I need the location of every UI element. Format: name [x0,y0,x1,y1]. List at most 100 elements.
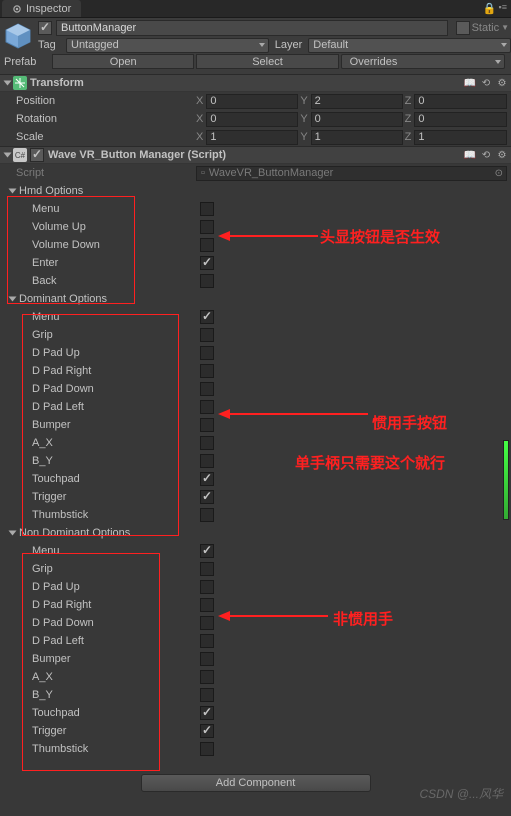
dominant-option-checkbox[interactable] [200,310,214,324]
gameobject-header: Static ▼ Tag Untagged Layer Default Pref… [0,18,511,74]
scale-row: Scale X Y Z [0,128,511,146]
nondominant-option-label: D Pad Right [32,599,200,611]
scale-y-input[interactable] [311,130,403,145]
layer-dropdown[interactable]: Default [308,38,511,53]
dominant-option-row: D Pad Right [0,362,511,380]
prefab-open-button[interactable]: Open [52,54,194,69]
nondominant-option-label: D Pad Down [32,617,200,629]
reset-icon[interactable]: ⟲ [479,76,493,90]
dominant-option-row: Trigger [0,488,511,506]
hmd-option-label: Back [32,275,200,287]
dominant-option-row: D Pad Left [0,398,511,416]
position-row: Position X Y Z [0,92,511,110]
help-icon[interactable]: 📖 [463,148,477,162]
nondominant-option-checkbox[interactable] [200,670,214,684]
nondominant-section-header[interactable]: Non Dominant Options [0,524,511,542]
gameobject-name-input[interactable] [56,20,448,36]
reset-icon[interactable]: ⟲ [479,148,493,162]
dominant-option-checkbox[interactable] [200,490,214,504]
hmd-option-row: Volume Down [0,236,511,254]
dominant-option-checkbox[interactable] [200,346,214,360]
help-icon[interactable]: 📖 [463,76,477,90]
nondominant-option-checkbox[interactable] [200,544,214,558]
script-field-label: Script [16,167,196,179]
gear-icon[interactable]: ⚙ [495,148,509,162]
script-icon: C# [13,148,27,162]
nondominant-option-row: D Pad Right [0,596,511,614]
position-z-input[interactable] [414,94,507,109]
hmd-section-header[interactable]: Hmd Options [0,182,511,200]
dominant-option-row: Bumper [0,416,511,434]
menu-icon[interactable]: ▪≡ [499,2,507,15]
position-x-input[interactable] [206,94,298,109]
dominant-option-label: Grip [32,329,200,341]
transform-header[interactable]: Transform 📖 ⟲ ⚙ [0,74,511,92]
rotation-y-input[interactable] [311,112,403,127]
dominant-option-label: Bumper [32,419,200,431]
dominant-section-header[interactable]: Dominant Options [0,290,511,308]
dominant-option-checkbox[interactable] [200,454,214,468]
nondominant-option-label: B_Y [32,689,200,701]
script-enabled-checkbox[interactable] [30,148,44,162]
nondominant-option-checkbox[interactable] [200,724,214,738]
dominant-option-checkbox[interactable] [200,400,214,414]
prefab-select-button[interactable]: Select [196,54,338,69]
dominant-option-checkbox[interactable] [200,328,214,342]
tab-title: Inspector [26,3,71,15]
hmd-option-label: Menu [32,203,200,215]
static-dropdown-icon[interactable]: ▼ [501,23,509,32]
script-field-row: Script ▫WaveVR_ButtonManager [0,164,511,182]
inspector-tab[interactable]: Inspector [2,0,81,17]
nondominant-option-row: D Pad Left [0,632,511,650]
dominant-option-checkbox[interactable] [200,508,214,522]
lock-icon[interactable]: 🔒 [483,2,497,15]
scale-x-input[interactable] [206,130,298,145]
gear-icon[interactable]: ⚙ [495,76,509,90]
dominant-option-label: D Pad Up [32,347,200,359]
hmd-option-checkbox[interactable] [200,256,214,270]
tab-controls: 🔒 ▪≡ [483,2,507,15]
nondominant-option-checkbox[interactable] [200,580,214,594]
nondominant-option-row: D Pad Up [0,578,511,596]
rotation-row: Rotation X Y Z [0,110,511,128]
nondominant-option-checkbox[interactable] [200,634,214,648]
dominant-option-label: D Pad Right [32,365,200,377]
prefab-overrides-dropdown[interactable]: Overrides [341,54,505,69]
hmd-option-checkbox[interactable] [200,274,214,288]
nondominant-option-label: D Pad Left [32,635,200,647]
dominant-option-checkbox[interactable] [200,472,214,486]
add-component-button[interactable]: Add Component [141,774,371,792]
dominant-option-checkbox[interactable] [200,418,214,432]
hmd-option-checkbox[interactable] [200,202,214,216]
rotation-x-input[interactable] [206,112,298,127]
nondominant-option-checkbox[interactable] [200,562,214,576]
nondominant-option-checkbox[interactable] [200,688,214,702]
nondominant-option-checkbox[interactable] [200,598,214,612]
dominant-option-label: Touchpad [32,473,200,485]
static-label: Static [472,22,500,34]
nondominant-option-checkbox[interactable] [200,616,214,630]
gameobject-enabled-checkbox[interactable] [38,21,52,35]
dominant-option-checkbox[interactable] [200,382,214,396]
nondominant-option-checkbox[interactable] [200,706,214,720]
dominant-option-label: B_Y [32,455,200,467]
position-y-input[interactable] [311,94,403,109]
rotation-z-input[interactable] [414,112,507,127]
nondominant-option-row: Menu [0,542,511,560]
nondominant-option-checkbox[interactable] [200,652,214,666]
tag-dropdown[interactable]: Untagged [66,38,269,53]
scale-z-input[interactable] [414,130,507,145]
nondominant-option-checkbox[interactable] [200,742,214,756]
dominant-option-checkbox[interactable] [200,436,214,450]
hmd-option-checkbox[interactable] [200,238,214,252]
static-checkbox[interactable] [456,21,470,35]
script-header[interactable]: C# Wave VR_Button Manager (Script) 📖 ⟲ ⚙ [0,146,511,164]
dominant-option-row: D Pad Down [0,380,511,398]
dominant-option-label: D Pad Down [32,383,200,395]
dominant-option-label: D Pad Left [32,401,200,413]
nondominant-option-row: Thumbstick [0,740,511,758]
gameobject-icon[interactable] [2,20,34,52]
nondominant-option-row: Trigger [0,722,511,740]
hmd-option-checkbox[interactable] [200,220,214,234]
dominant-option-checkbox[interactable] [200,364,214,378]
